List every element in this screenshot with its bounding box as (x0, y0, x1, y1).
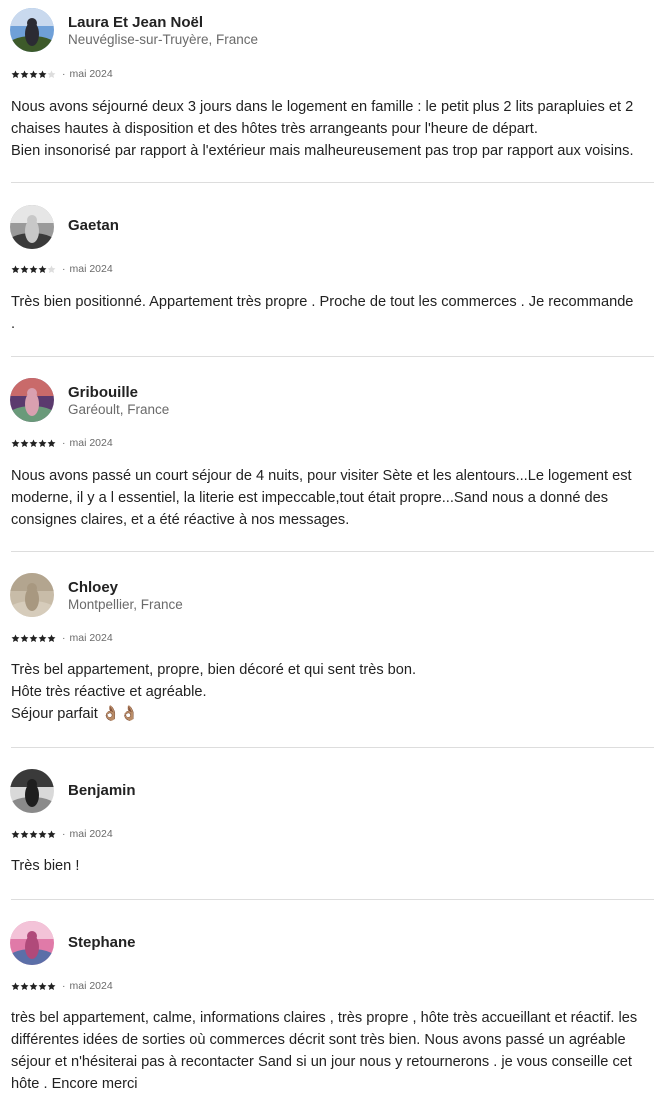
star-filled-icon (20, 439, 29, 447)
star-filled-icon (11, 70, 20, 78)
avatar-image (10, 205, 54, 249)
star-filled-icon (20, 634, 29, 642)
avatar[interactable] (10, 378, 54, 422)
divider (11, 182, 654, 183)
avatar-image (10, 573, 54, 617)
rating-stars (11, 70, 56, 79)
star-filled-icon (47, 982, 56, 990)
review-date: mai 2024 (69, 437, 113, 449)
meta-separator: · (62, 980, 66, 992)
divider (11, 899, 654, 900)
avatar-image (10, 378, 54, 422)
star-filled-icon (20, 982, 29, 990)
star-filled-icon (38, 265, 47, 273)
star-filled-icon (47, 439, 56, 447)
review-text: Très bel appartement, propre, bien décor… (11, 662, 417, 722)
rating-stars (11, 439, 56, 448)
author-location: Neuvéglise-sur-Truyère, France (68, 32, 259, 47)
avatar-image (10, 769, 54, 813)
star-filled-icon (29, 982, 38, 990)
star-filled-icon (38, 982, 47, 990)
divider (11, 551, 654, 552)
review-meta: · mai 2024 (11, 631, 113, 645)
star-filled-icon (29, 70, 38, 78)
review-author: Laura Et Jean Noël Neuvéglise-sur-Truyèr… (10, 8, 650, 54)
star-filled-icon (47, 830, 56, 838)
review-text: Très bien positionné. Appartement très p… (11, 294, 634, 332)
star-empty-icon (47, 70, 56, 78)
star-filled-icon (29, 634, 38, 642)
star-filled-icon (20, 265, 29, 273)
review-date: mai 2024 (69, 263, 113, 275)
review-date: mai 2024 (69, 632, 113, 644)
rating-stars (11, 265, 56, 274)
star-filled-icon (11, 830, 20, 838)
review-meta: · mai 2024 (11, 436, 113, 450)
author-name[interactable]: Gaetan (68, 217, 119, 234)
review-date: mai 2024 (69, 980, 113, 992)
star-filled-icon (38, 70, 47, 78)
meta-separator: · (62, 437, 66, 449)
avatar-image (10, 921, 54, 965)
author-location: Montpellier, France (68, 597, 183, 612)
review-text: Nous avons séjourné deux 3 jours dans le… (11, 99, 634, 159)
review-meta: · mai 2024 (11, 979, 113, 993)
review-meta: · mai 2024 (11, 262, 113, 276)
author-location: Garéoult, France (68, 402, 170, 417)
review-author: Gribouille Garéoult, France (10, 378, 650, 424)
avatar[interactable] (10, 205, 54, 249)
review-author: Gaetan (10, 205, 650, 251)
avatar[interactable] (10, 921, 54, 965)
star-filled-icon (29, 265, 38, 273)
review-text: très bel appartement, calme, information… (11, 1010, 638, 1092)
review-text: Très bien ! (11, 858, 80, 874)
avatar[interactable] (10, 573, 54, 617)
star-empty-icon (47, 265, 56, 273)
avatar-image (10, 8, 54, 52)
meta-separator: · (62, 632, 66, 644)
star-filled-icon (20, 830, 29, 838)
review-text: Nous avons passé un court séjour de 4 nu… (11, 468, 632, 528)
review-author: Benjamin (10, 769, 650, 815)
author-name[interactable]: Chloey (68, 579, 118, 596)
star-filled-icon (29, 439, 38, 447)
star-filled-icon (38, 830, 47, 838)
star-filled-icon (47, 634, 56, 642)
rating-stars (11, 634, 56, 643)
star-filled-icon (38, 634, 47, 642)
avatar[interactable] (10, 769, 54, 813)
meta-separator: · (62, 828, 66, 840)
avatar[interactable] (10, 8, 54, 52)
review-author: Stephane (10, 921, 650, 967)
author-name[interactable]: Laura Et Jean Noël (68, 14, 203, 31)
star-filled-icon (11, 439, 20, 447)
review-date: mai 2024 (69, 828, 113, 840)
star-filled-icon (20, 70, 29, 78)
review-author: Chloey Montpellier, France (10, 573, 650, 619)
meta-separator: · (62, 263, 66, 275)
review-meta: · mai 2024 (11, 67, 113, 81)
rating-stars (11, 830, 56, 839)
author-name[interactable]: Benjamin (68, 782, 136, 799)
star-filled-icon (11, 634, 20, 642)
author-name[interactable]: Gribouille (68, 384, 138, 401)
rating-stars (11, 982, 56, 991)
star-filled-icon (11, 982, 20, 990)
divider (11, 356, 654, 357)
star-filled-icon (29, 830, 38, 838)
review-list: Laura Et Jean Noël Neuvéglise-sur-Truyèr… (0, 0, 668, 1102)
meta-separator: · (62, 68, 66, 80)
author-name[interactable]: Stephane (68, 934, 136, 951)
review-meta: · mai 2024 (11, 827, 113, 841)
divider (11, 747, 654, 748)
star-filled-icon (11, 265, 20, 273)
review-date: mai 2024 (69, 68, 113, 80)
star-filled-icon (38, 439, 47, 447)
